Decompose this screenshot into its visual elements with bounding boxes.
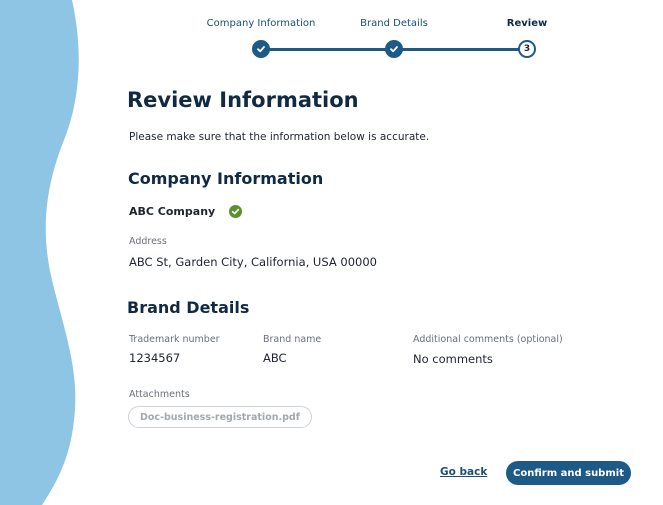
checkmark-icon	[390, 46, 398, 53]
step-number: 3	[523, 44, 531, 54]
progress-stepper: Company Information Brand Details Review…	[0, 0, 663, 70]
address-label: Address	[129, 236, 167, 247]
address-value: ABC St, Garden City, California, USA 000…	[129, 255, 377, 269]
step-brand-details-complete	[385, 40, 403, 58]
step-label-brand-details: Brand Details	[360, 18, 428, 29]
step-review-current: 3	[518, 40, 536, 58]
step-label-company-information: Company Information	[206, 18, 316, 29]
go-back-link[interactable]: Go back	[440, 466, 487, 478]
brand-name-label: Brand name	[263, 334, 322, 345]
step-company-information-complete	[252, 40, 270, 58]
step-label-review: Review	[506, 18, 548, 29]
trademark-label: Trademark number	[129, 334, 220, 345]
comments-label: Additional comments (optional)	[413, 334, 563, 345]
brand-section-title: Brand Details	[127, 298, 250, 317]
attachment-file-chip[interactable]: Doc-business-registration.pdf	[128, 406, 312, 428]
decorative-wave	[0, 0, 79, 505]
checkmark-icon	[257, 46, 265, 53]
company-name: ABC Company	[129, 205, 216, 218]
page-title: Review Information	[127, 88, 359, 112]
comments-value: No comments	[413, 352, 493, 366]
attachments-label: Attachments	[129, 389, 190, 400]
confirm-and-submit-button[interactable]: Confirm and submit	[506, 461, 631, 485]
trademark-value: 1234567	[129, 351, 181, 365]
company-section-title: Company Information	[128, 169, 324, 188]
check-circle-icon	[229, 205, 242, 218]
intro-text: Please make sure that the information be…	[129, 131, 430, 143]
brand-name-value: ABC	[263, 351, 287, 365]
